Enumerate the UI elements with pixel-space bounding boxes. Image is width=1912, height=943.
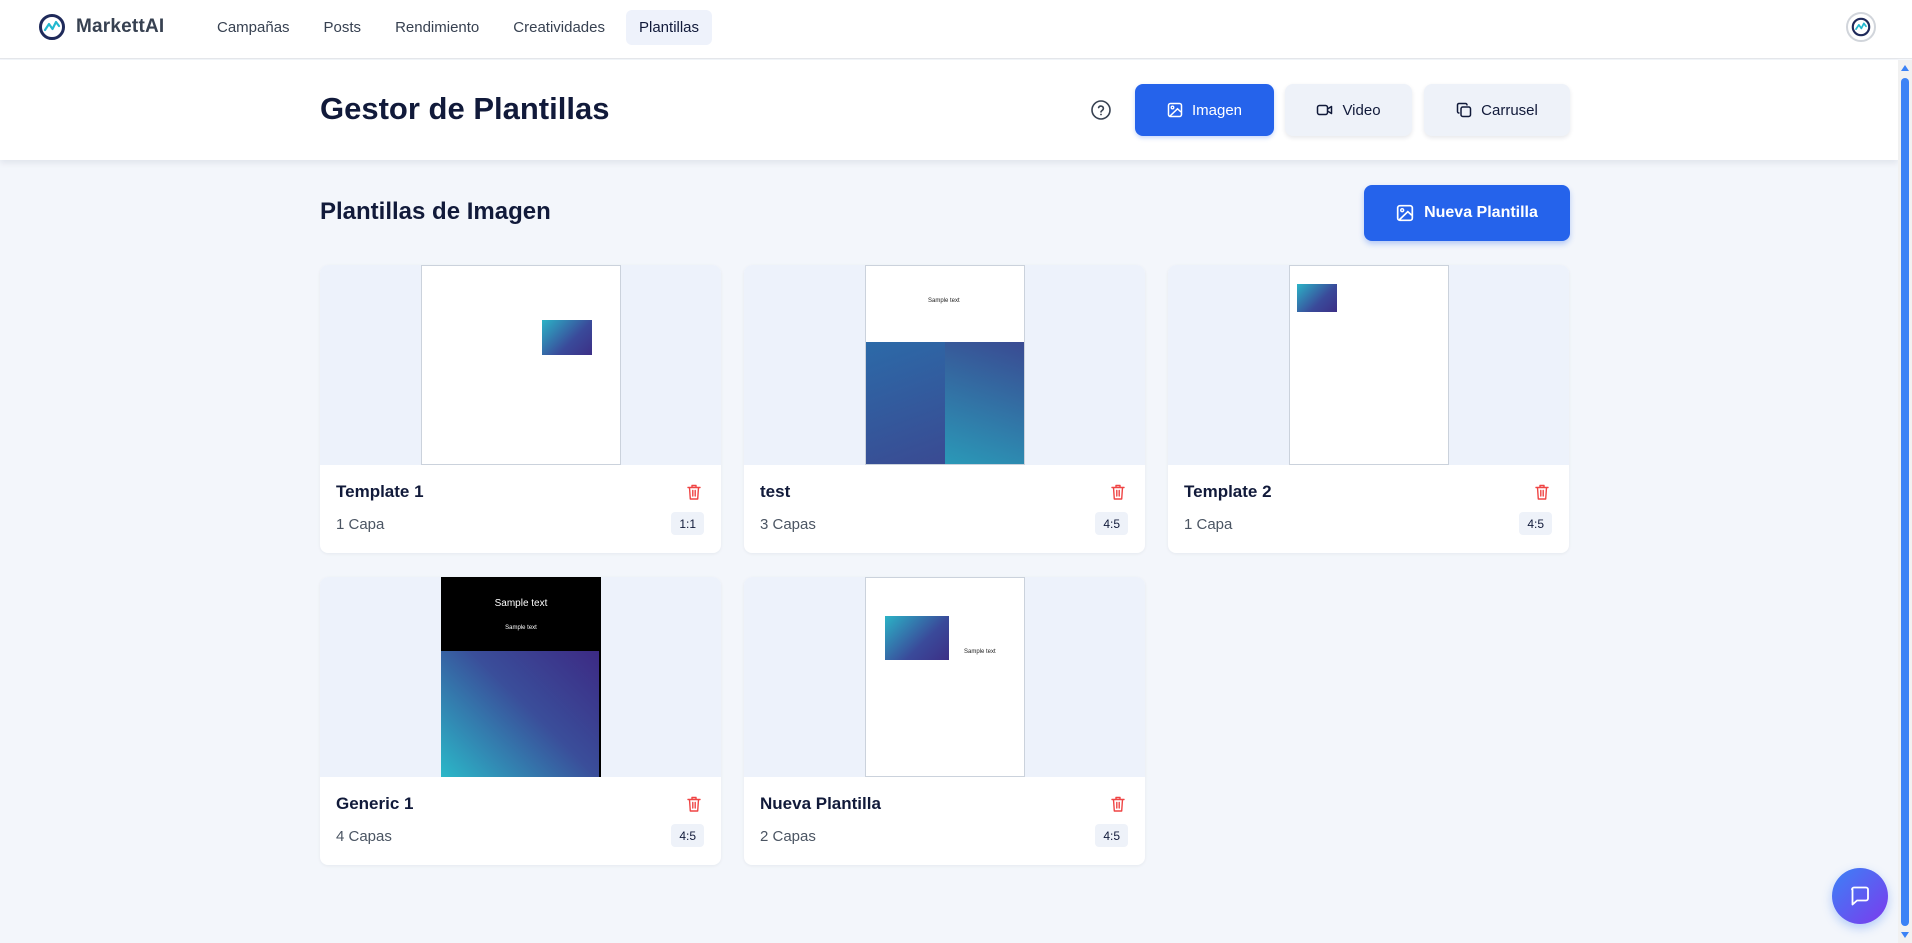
template-name: Nueva Plantilla	[760, 794, 881, 813]
image-icon	[1396, 204, 1414, 222]
main-nav: Campañas Posts Rendimiento Creatividades…	[204, 10, 713, 45]
sample-text-layer-small: Sample text	[505, 625, 537, 631]
aspect-ratio-badge: 4:5	[1519, 512, 1552, 535]
template-preview	[320, 265, 721, 465]
page-header: Gestor de Plantillas Imagen Video Carrus…	[0, 60, 1898, 160]
template-preview: Sample text	[744, 265, 1145, 465]
nav-item-plantillas[interactable]: Plantillas	[626, 10, 713, 45]
page-scrollbar[interactable]	[1898, 60, 1912, 943]
gradient-layer	[945, 342, 1024, 464]
template-card-template-2[interactable]: Template 2 1 Capa 4:5	[1168, 265, 1569, 553]
trash-icon[interactable]	[686, 795, 702, 813]
sample-text-layer: Sample text	[928, 298, 960, 304]
question-circle-icon[interactable]	[1090, 99, 1112, 121]
page-title: Gestor de Plantillas	[320, 91, 610, 126]
image-icon	[1167, 102, 1183, 118]
brand-logo-icon	[39, 14, 65, 40]
brand-name: MarkettAI	[76, 16, 165, 37]
trash-icon[interactable]	[1534, 483, 1550, 501]
avatar[interactable]	[1846, 12, 1876, 42]
trash-icon[interactable]	[686, 483, 702, 501]
aspect-ratio-badge: 1:1	[671, 512, 704, 535]
template-name: Template 2	[1184, 482, 1272, 501]
type-tab-carrusel[interactable]: Carrusel	[1424, 84, 1570, 136]
trash-icon[interactable]	[1110, 795, 1126, 813]
template-layers: 2 Capas	[760, 828, 816, 845]
type-tab-video[interactable]: Video	[1285, 84, 1412, 136]
template-preview: Sample text Sample text	[320, 577, 721, 777]
gradient-layer	[866, 342, 945, 464]
gradient-layer	[542, 320, 592, 355]
gradient-layer	[441, 651, 599, 777]
template-canvas	[1289, 265, 1449, 465]
template-canvas: Sample text	[865, 265, 1025, 465]
chat-button[interactable]	[1832, 868, 1888, 924]
avatar-logo-icon	[1851, 17, 1871, 37]
template-name: Template 1	[336, 482, 424, 501]
trash-icon[interactable]	[1110, 483, 1126, 501]
type-tab-video-label: Video	[1342, 101, 1381, 119]
template-layers: 4 Capas	[336, 828, 392, 845]
scroll-down-arrow-icon[interactable]	[1901, 932, 1909, 938]
type-tab-carrusel-label: Carrusel	[1481, 101, 1538, 119]
scrollbar-thumb[interactable]	[1901, 78, 1909, 926]
nav-item-campanas[interactable]: Campañas	[204, 10, 303, 45]
section-title: Plantillas de Imagen	[320, 198, 551, 225]
aspect-ratio-badge: 4:5	[671, 824, 704, 847]
sample-text-layer-large: Sample text	[494, 598, 548, 609]
template-card-generic-1[interactable]: Sample text Sample text Generic 1 4 Capa…	[320, 577, 721, 865]
template-layers: 1 Capa	[336, 516, 385, 533]
template-layers: 3 Capas	[760, 516, 816, 533]
aspect-ratio-badge: 4:5	[1095, 512, 1128, 535]
type-tab-imagen-label: Imagen	[1191, 101, 1243, 119]
template-card-nueva-plantilla[interactable]: Sample text Nueva Plantilla 2 Capas 4:5	[744, 577, 1145, 865]
template-canvas: Sample text	[865, 577, 1025, 777]
template-preview	[1168, 265, 1569, 465]
template-name: Generic 1	[336, 794, 414, 813]
scroll-up-arrow-icon[interactable]	[1901, 65, 1909, 71]
new-template-button-label: Nueva Plantilla	[1424, 204, 1538, 221]
video-icon	[1317, 104, 1333, 116]
template-layers: 1 Capa	[1184, 516, 1233, 533]
template-canvas: Sample text Sample text	[441, 577, 601, 777]
new-template-button[interactable]: Nueva Plantilla	[1364, 185, 1570, 241]
nav-item-rendimiento[interactable]: Rendimiento	[382, 10, 492, 45]
template-name: test	[760, 482, 791, 501]
nav-item-posts[interactable]: Posts	[311, 10, 375, 45]
type-tab-imagen[interactable]: Imagen	[1135, 84, 1274, 136]
nav-item-creatividades[interactable]: Creatividades	[500, 10, 618, 45]
template-preview: Sample text	[744, 577, 1145, 777]
gradient-layer	[1297, 284, 1337, 312]
copy-icon	[1456, 102, 1472, 118]
brand[interactable]: MarkettAI	[38, 13, 164, 41]
sample-text-layer: Sample text	[964, 649, 996, 655]
template-canvas	[421, 265, 621, 465]
chat-bubble-icon	[1851, 886, 1869, 906]
aspect-ratio-badge: 4:5	[1095, 824, 1128, 847]
template-card-template-1[interactable]: Template 1 1 Capa 1:1	[320, 265, 721, 553]
template-card-test[interactable]: Sample text test 3 Capas 4:5	[744, 265, 1145, 553]
top-navbar: MarkettAI Campañas Posts Rendimiento Cre…	[0, 0, 1912, 59]
gradient-layer	[885, 616, 949, 660]
